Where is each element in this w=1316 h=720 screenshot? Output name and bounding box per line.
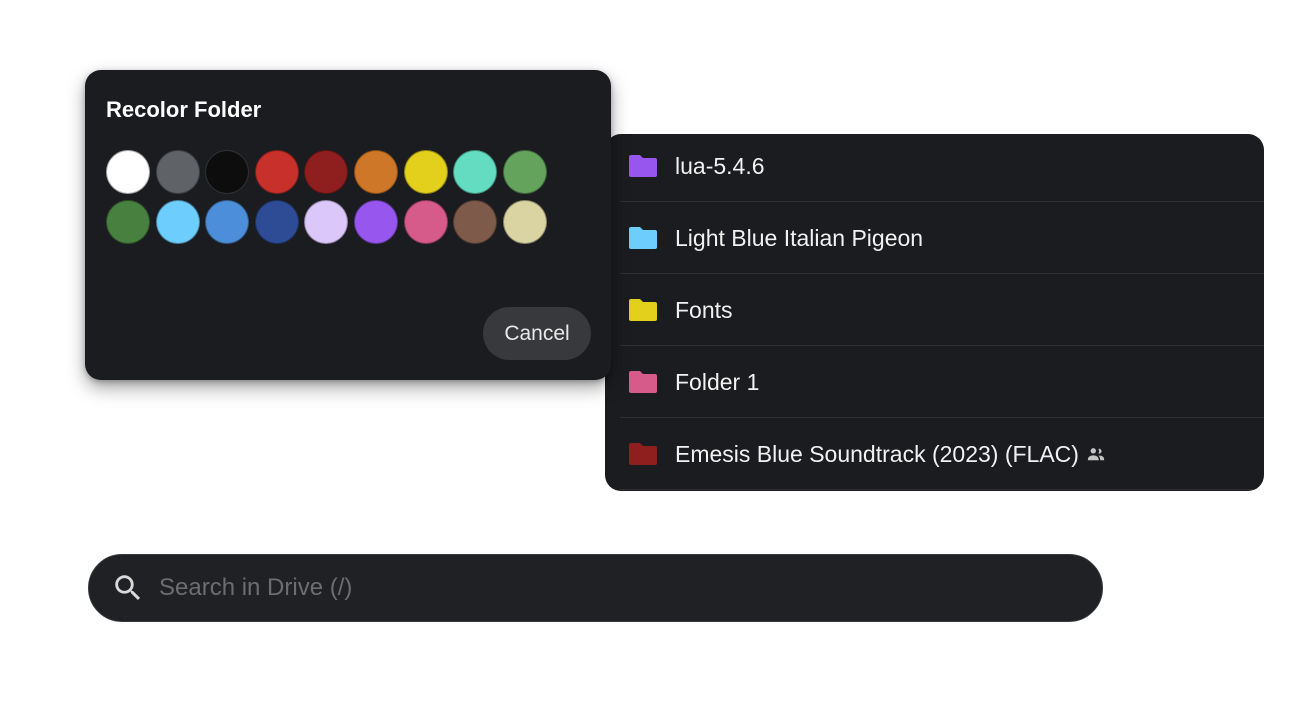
- folder-row[interactable]: lua-5.4.6: [620, 134, 1264, 202]
- folder-icon: [629, 226, 657, 249]
- folder-row[interactable]: Fonts: [620, 274, 1264, 346]
- recolor-folder-dialog: Recolor Folder Cancel: [85, 70, 611, 380]
- folder-name: Light Blue Italian Pigeon: [675, 224, 924, 251]
- search-input[interactable]: [159, 568, 1072, 608]
- color-swatch-pink[interactable]: [403, 200, 448, 244]
- folder-icon: [629, 298, 657, 321]
- color-swatch-orange[interactable]: [353, 150, 398, 194]
- color-swatch-light-blue[interactable]: [155, 200, 200, 244]
- folder-list: lua-5.4.6 Light Blue Italian Pigeon Fonts F…: [605, 134, 1264, 491]
- folder-name: Emesis Blue Soundtrack (2023) (FLAC): [675, 440, 1079, 467]
- color-swatch-dark-red[interactable]: [304, 150, 349, 194]
- color-swatch-teal[interactable]: [453, 150, 498, 194]
- color-swatch-purple[interactable]: [353, 200, 398, 244]
- folder-icon: [629, 370, 657, 393]
- color-swatch-lavender[interactable]: [304, 200, 349, 244]
- folder-icon: [629, 154, 657, 177]
- search-bar[interactable]: [88, 554, 1103, 622]
- color-swatch-grid: [106, 150, 547, 244]
- color-swatch-green[interactable]: [502, 150, 547, 194]
- cancel-button[interactable]: Cancel: [483, 307, 591, 360]
- folder-row[interactable]: Folder 1: [620, 346, 1264, 418]
- folder-name: Fonts: [675, 296, 733, 323]
- search-icon[interactable]: [111, 571, 145, 605]
- color-swatch-brown[interactable]: [453, 200, 498, 244]
- color-swatch-blue[interactable]: [205, 200, 250, 244]
- color-swatch-beige[interactable]: [502, 200, 547, 244]
- folder-name: Folder 1: [675, 368, 760, 395]
- color-swatch-dark-green[interactable]: [106, 200, 150, 244]
- color-swatch-navy[interactable]: [254, 200, 299, 244]
- dialog-title: Recolor Folder: [106, 97, 262, 122]
- color-swatch-red[interactable]: [254, 150, 299, 194]
- color-swatch-white[interactable]: [106, 150, 150, 194]
- color-swatch-gray[interactable]: [155, 150, 200, 194]
- shared-people-icon: [1087, 447, 1105, 460]
- folder-name: lua-5.4.6: [675, 152, 765, 179]
- folder-row[interactable]: Emesis Blue Soundtrack (2023) (FLAC): [620, 418, 1264, 490]
- color-swatch-yellow[interactable]: [403, 150, 448, 194]
- folder-icon: [629, 442, 657, 465]
- folder-row[interactable]: Light Blue Italian Pigeon: [620, 202, 1264, 274]
- color-swatch-black[interactable]: [205, 150, 250, 194]
